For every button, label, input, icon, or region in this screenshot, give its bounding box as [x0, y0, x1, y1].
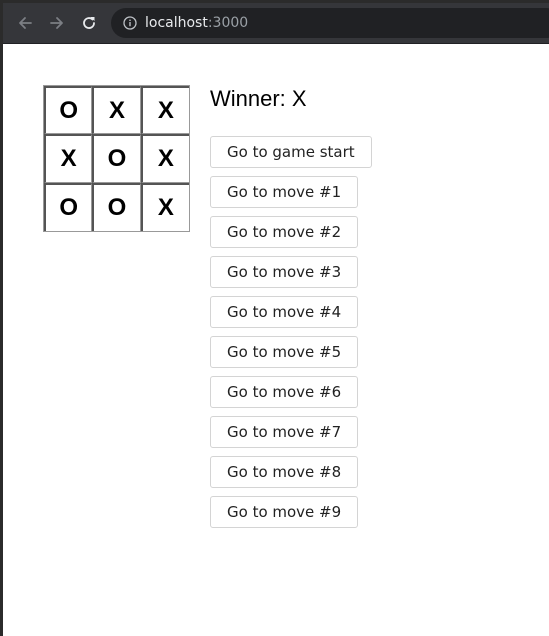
url-host: localhost [145, 15, 208, 31]
address-bar[interactable]: localhost:3000 [111, 8, 549, 38]
go-to-move-4-button[interactable]: Go to move #4 [210, 296, 359, 328]
list-item: Go to move #2 [210, 216, 372, 256]
browser-window: localhost:3000 O X X X O X O O X Winner:… [3, 3, 549, 636]
list-item: Go to move #1 [210, 176, 372, 216]
info-icon[interactable] [123, 16, 137, 30]
forward-button[interactable] [46, 12, 68, 34]
list-item: Go to move #4 [210, 296, 372, 336]
page-content: O X X X O X O O X Winner: X Go to game s… [3, 44, 549, 636]
reload-icon [83, 17, 95, 29]
url-port: :3000 [207, 15, 249, 31]
go-to-move-9-button[interactable]: Go to move #9 [210, 496, 359, 528]
reload-button[interactable] [78, 12, 100, 34]
back-button[interactable] [14, 12, 36, 34]
board-square[interactable]: X [140, 86, 189, 135]
go-to-move-5-button[interactable]: Go to move #5 [210, 336, 359, 368]
arrow-right-icon [50, 17, 63, 29]
game-status: Winner: X [210, 86, 307, 111]
board-square[interactable]: X [92, 86, 141, 135]
list-item: Go to move #5 [210, 336, 372, 376]
list-item: Go to move #8 [210, 456, 372, 496]
go-to-move-7-button[interactable]: Go to move #7 [210, 416, 359, 448]
go-to-move-1-button[interactable]: Go to move #1 [210, 176, 359, 208]
list-item: Go to move #3 [210, 256, 372, 296]
game-info: Winner: X Go to game start Go to move #1… [210, 85, 372, 528]
go-to-game-start-button[interactable]: Go to game start [210, 136, 372, 168]
board-square[interactable]: X [140, 182, 189, 231]
list-item: Go to move #7 [210, 416, 372, 456]
url-text: localhost:3000 [145, 15, 248, 31]
list-item: Go to move #6 [210, 376, 372, 416]
list-item: Go to move #9 [210, 496, 372, 536]
board-square[interactable]: O [44, 182, 93, 231]
list-item: Go to game start [210, 136, 372, 176]
go-to-move-2-button[interactable]: Go to move #2 [210, 216, 359, 248]
go-to-move-3-button[interactable]: Go to move #3 [210, 256, 359, 288]
move-list: Go to game start Go to move #1 Go to mov… [210, 136, 372, 536]
arrow-left-icon [19, 17, 32, 29]
board-square[interactable]: X [140, 134, 189, 183]
board-square[interactable]: X [44, 134, 93, 183]
go-to-move-8-button[interactable]: Go to move #8 [210, 456, 359, 488]
board-square[interactable]: O [44, 86, 93, 135]
board-square[interactable]: O [92, 134, 141, 183]
go-to-move-6-button[interactable]: Go to move #6 [210, 376, 359, 408]
game-board: O X X X O X O O X [43, 85, 190, 232]
board-square[interactable]: O [92, 182, 141, 231]
browser-toolbar: localhost:3000 [3, 3, 549, 44]
